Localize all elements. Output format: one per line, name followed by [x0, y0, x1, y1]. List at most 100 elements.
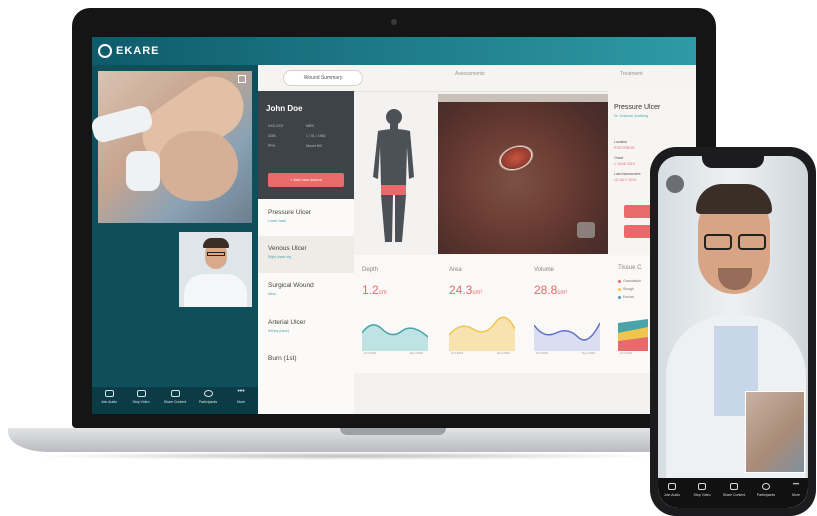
wound-item-location: Right lower leg — [268, 255, 292, 259]
onset-value: 1 JUNE 2019 — [614, 162, 635, 166]
phone-share-content-button[interactable]: Share Content — [722, 483, 746, 497]
headphones-icon — [104, 390, 114, 397]
area-tick-end: Dec 2019 — [497, 351, 510, 355]
area-value: 24.3cm² — [449, 283, 483, 297]
logo-icon — [98, 44, 112, 58]
app-header — [92, 37, 696, 65]
depth-label: Depth — [362, 267, 379, 273]
area-tick-start: Oct 2019 — [451, 351, 464, 355]
patient-info: DOB — [268, 134, 276, 138]
participants-label: Participants — [198, 400, 218, 404]
legend-dot — [618, 279, 621, 283]
phone-participants-button[interactable]: Participants — [754, 483, 778, 497]
metrics-panel — [354, 255, 696, 373]
wound-list — [258, 199, 354, 414]
more-label: More — [237, 400, 245, 404]
laptop-camera — [391, 19, 397, 25]
wound-item-pressure-ulcer[interactable]: Pressure Ulcer — [268, 209, 311, 216]
more-icon: ••• — [792, 482, 800, 488]
add-new-wound-button[interactable]: + Add new wound — [268, 173, 344, 187]
phone-more-button[interactable]: ••• More — [784, 482, 808, 497]
participants-button[interactable]: Participants — [193, 390, 223, 404]
stop-video-label: Stop Video — [132, 400, 150, 404]
laptop-shadow — [30, 452, 660, 460]
app-logo: EKARE — [116, 45, 160, 57]
share-icon — [730, 483, 738, 490]
doctor-hair — [696, 184, 772, 214]
volume-value: 28.8cm³ — [534, 283, 568, 297]
patient-info: Mount Hill — [306, 144, 322, 148]
phone-notch — [702, 156, 764, 168]
headphones-icon — [668, 483, 676, 490]
legend-dot — [618, 295, 621, 299]
tab-assessments[interactable]: Assessments — [455, 71, 485, 77]
onset-label: Onset — [614, 156, 624, 160]
phone-join-audio-label: Join Audio — [663, 493, 681, 497]
patient-info: 1 / 01 / 1962 — [306, 134, 326, 138]
volume-label: Volume — [534, 267, 555, 273]
video-icon — [136, 390, 146, 397]
wound-item-arterial-ulcer[interactable]: Arterial Ulcer — [268, 319, 306, 326]
body-map[interactable] — [364, 107, 424, 247]
doctor-video-thumbnail[interactable] — [179, 232, 252, 307]
phone-stop-video-button[interactable]: Stop Video — [690, 483, 714, 497]
tab-wound-summary[interactable]: Wound Summary — [283, 70, 363, 86]
phone-more-label: More — [792, 493, 800, 497]
video-icon — [698, 483, 706, 490]
wound-item-venous-ulcer[interactable]: Venous Ulcer — [268, 245, 307, 252]
glasses-right — [738, 234, 766, 250]
volume-tick-end: Dec 2019 — [582, 351, 595, 355]
patient-info: XXX-XXX — [268, 124, 284, 128]
join-audio-button[interactable]: Join Audio — [94, 390, 124, 404]
patient-pip-video[interactable] — [745, 391, 805, 473]
last-assessment-label: Last Assessment — [614, 172, 641, 176]
body-map-highlight — [381, 185, 406, 195]
tissue-tick: Oct 2019 — [620, 351, 633, 355]
legend-item: Slough — [618, 287, 634, 291]
tissue-title: Tissue C — [618, 265, 642, 271]
laptop-screen: EKARE Join Audio Stop Video Share Conten… — [92, 37, 696, 414]
chat-icon — [203, 390, 213, 397]
patient-video-feed[interactable] — [92, 64, 256, 223]
phone-participants-label: Participants — [756, 493, 776, 497]
wound-item-location: Lower back — [268, 219, 286, 223]
depth-tick-end: Dec 2019 — [410, 351, 423, 355]
join-audio-label: Join Audio — [100, 400, 118, 404]
patient-name: John Doe — [266, 104, 303, 113]
chat-icon — [762, 483, 770, 490]
stop-video-button[interactable]: Stop Video — [126, 390, 156, 404]
area-label: Area — [449, 267, 462, 273]
depth-sparkline — [362, 324, 428, 351]
laptop-notch — [340, 428, 446, 435]
depth-tick-start: Oct 2019 — [364, 351, 377, 355]
expand-icon[interactable] — [238, 75, 246, 83]
last-assessment-value: 15 JULY 2019 — [614, 178, 636, 182]
share-icon — [170, 390, 180, 397]
wound-item-surgical-wound[interactable]: Surgical Wound — [268, 282, 314, 289]
depth-value: 1.2cm — [362, 283, 387, 297]
phone-share-content-label: Share Content — [722, 493, 746, 497]
more-button[interactable]: ••• More — [226, 388, 256, 404]
phone-stop-video-label: Stop Video — [693, 493, 711, 497]
more-icon: ••• — [237, 388, 245, 395]
camera-switch-icon[interactable] — [666, 175, 684, 193]
tissue-chart — [618, 319, 648, 351]
volume-tick-start: Oct 2019 — [536, 351, 549, 355]
phone-join-audio-button[interactable]: Join Audio — [660, 483, 684, 497]
area-sparkline — [449, 316, 515, 351]
patient-info: MRN — [306, 124, 314, 128]
doctor-name: Dr. Solomon Zoolberg — [614, 114, 649, 118]
volume-sparkline — [534, 322, 600, 351]
camera-icon[interactable] — [577, 222, 595, 238]
legend-item: Granulation — [618, 279, 641, 283]
wound-item-burn[interactable]: Burn (1st) — [268, 355, 297, 362]
share-content-button[interactable]: Share Content — [160, 390, 190, 404]
glasses-left — [704, 234, 732, 250]
wound-title: Pressure Ulcer — [614, 104, 661, 111]
location-label: Location — [614, 140, 628, 144]
wound-item-location: left leg (back) — [268, 329, 290, 333]
legend-dot — [618, 287, 621, 291]
tab-treatment[interactable]: Treatment — [620, 71, 643, 77]
legend-item: Eschar — [618, 295, 634, 299]
location-value: POSTERIOR — [614, 146, 635, 150]
